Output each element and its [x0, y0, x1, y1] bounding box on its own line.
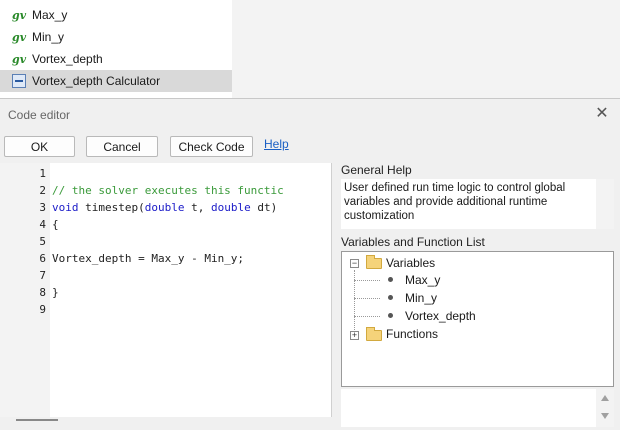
variable-tree: gv Max_y gv Min_y gv Vortex_depth Vortex…: [0, 0, 232, 100]
code-editor[interactable]: 1 2 3 4 5 6 7 8 9 // the solver executes…: [0, 163, 332, 417]
code-token: dt): [250, 201, 278, 214]
variable-item[interactable]: Max_y: [405, 273, 440, 287]
code-line-open-brace: {: [52, 218, 59, 231]
variable-bullet-icon: [388, 277, 393, 282]
scroll-down-icon[interactable]: [601, 413, 609, 419]
tree-item-max-y[interactable]: gv Max_y: [0, 4, 232, 26]
code-keyword: double: [144, 201, 185, 214]
close-icon[interactable]: ✕: [592, 103, 612, 123]
code-editor-dialog: Code editor ✕ OK Cancel Check Code Help …: [0, 98, 620, 430]
description-box: [341, 389, 596, 427]
help-link[interactable]: Help: [264, 137, 289, 151]
ok-button[interactable]: OK: [4, 136, 75, 157]
general-help-scroll-area: [596, 179, 614, 229]
line-number: 5: [39, 235, 46, 248]
folder-icon: [366, 255, 382, 269]
variables-function-list-header: Variables and Function List: [341, 235, 485, 249]
code-keyword: void: [52, 201, 79, 214]
tree-connector: [354, 298, 380, 299]
global-variable-icon: gv: [12, 8, 27, 22]
global-variable-icon: gv: [12, 52, 27, 66]
line-number: 4: [39, 218, 46, 231]
line-number-gutter: 1 2 3 4 5 6 7 8 9: [0, 163, 50, 417]
folder-icon: [366, 327, 382, 341]
tree-item-min-y[interactable]: gv Min_y: [0, 26, 232, 48]
vertical-scrollbar[interactable]: [596, 389, 614, 427]
check-code-button[interactable]: Check Code: [170, 136, 253, 157]
background-panel: [232, 0, 620, 100]
tree-connector: [354, 316, 380, 317]
line-number: 8: [39, 286, 46, 299]
variable-bullet-icon: [388, 295, 393, 300]
line-number: 9: [39, 303, 46, 316]
expand-icon[interactable]: +: [350, 331, 359, 340]
line-number: 7: [39, 269, 46, 282]
variable-item[interactable]: Vortex_depth: [405, 309, 476, 323]
horizontal-scrollbar[interactable]: [16, 419, 58, 421]
code-token: t,: [184, 201, 211, 214]
tree-item-label: Vortex_depth: [32, 52, 103, 66]
functions-node-label[interactable]: Functions: [386, 327, 438, 341]
line-number: 3: [39, 201, 46, 214]
line-number: 2: [39, 184, 46, 197]
line-number: 6: [39, 252, 46, 265]
general-help-text: User defined run time logic to control g…: [341, 179, 596, 229]
tree-item-label: Vortex_depth Calculator: [32, 74, 161, 88]
tree-item-vortex-depth[interactable]: gv Vortex_depth: [0, 48, 232, 70]
code-keyword: double: [210, 201, 251, 214]
collapse-icon[interactable]: −: [350, 259, 359, 268]
tree-item-label: Min_y: [32, 30, 65, 44]
general-help-header: General Help: [341, 163, 412, 177]
global-variable-icon: gv: [12, 30, 27, 44]
code-line-comment: // the solver executes this functic: [52, 184, 284, 197]
tree-item-vortex-depth-calculator[interactable]: Vortex_depth Calculator: [0, 70, 232, 92]
line-number: 1: [39, 167, 46, 180]
tree-item-label: Max_y: [32, 8, 68, 22]
scroll-up-icon[interactable]: [601, 395, 609, 401]
variables-function-list[interactable]: − Variables Max_y Min_y Vortex_depth + F…: [341, 251, 614, 387]
tree-connector: [354, 280, 380, 281]
variable-item[interactable]: Min_y: [405, 291, 437, 305]
cancel-button[interactable]: Cancel: [86, 136, 158, 157]
variables-node-label[interactable]: Variables: [386, 256, 435, 270]
calculator-icon: [12, 74, 26, 88]
code-line-signature: void timestep(double t, double dt): [52, 201, 277, 214]
dialog-title: Code editor: [8, 108, 71, 122]
code-token: timestep(: [78, 201, 145, 214]
code-line-assignment: Vortex_depth = Max_y - Min_y;: [52, 252, 245, 265]
code-line-close-brace: }: [52, 286, 59, 299]
variable-bullet-icon: [388, 313, 393, 318]
